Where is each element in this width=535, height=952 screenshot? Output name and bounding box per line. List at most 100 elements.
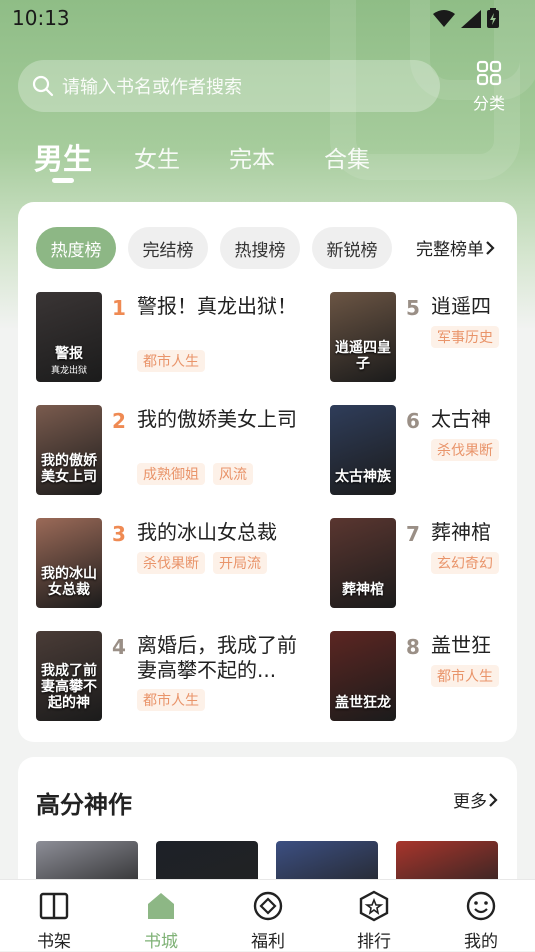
rank-item[interactable]: 葬神棺 7 葬神棺 玄幻奇幻 (330, 518, 517, 610)
book-title[interactable]: 离婚后，我成了前妻高攀不起的... (137, 633, 307, 683)
ranking-list: 警报 真龙出狱 1 警报！真龙出狱！ 都市人生 我的傲娇美女上司 2 我的傲娇美女上司 成熟御姐… (18, 202, 517, 742)
signal-icon (461, 10, 481, 28)
nav-smile[interactable]: 我的 (441, 880, 521, 952)
book-cover[interactable]: 我的傲娇美女上司 (36, 405, 102, 495)
rank-number: 6 (406, 409, 420, 433)
book-tag: 成熟御姐 (137, 463, 205, 485)
book-title[interactable]: 我的冰山女总裁 (137, 520, 307, 545)
book-tag: 玄幻奇幻 (431, 552, 499, 574)
search-icon (32, 75, 54, 97)
book-cover[interactable]: 葬神棺 (330, 518, 396, 608)
wifi-icon (433, 10, 455, 27)
book-title[interactable]: 我的傲娇美女上司 (137, 407, 307, 457)
tag-list: 杀伐果断 (431, 439, 499, 461)
battery-icon (487, 8, 499, 28)
rank-number: 2 (112, 409, 126, 433)
nav-label: 书架 (37, 932, 71, 952)
rank-number: 4 (112, 635, 126, 659)
nav-label: 福利 (251, 932, 285, 952)
home-icon (145, 890, 177, 922)
tab-male[interactable]: 男生 (34, 136, 92, 178)
rank-number: 8 (406, 635, 420, 659)
rank-icon (358, 890, 390, 922)
book-tag: 开局流 (213, 552, 267, 574)
cover-subtext: 真龙出狱 (50, 366, 87, 376)
book-tag: 都市人生 (137, 689, 205, 711)
tag-list: 玄幻奇幻 (431, 552, 499, 574)
tag-list: 杀伐果断 开局流 (137, 552, 267, 574)
rank-item[interactable]: 我的冰山女总裁 3 我的冰山女总裁 杀伐果断 开局流 (36, 518, 326, 610)
tab-completed[interactable]: 完本 (229, 140, 275, 174)
search-input[interactable]: 请输入书名或作者搜索 (18, 60, 440, 112)
rank-number: 7 (406, 522, 420, 546)
tag-list: 成熟御姐 风流 (137, 463, 253, 485)
rank-item[interactable]: 逍遥四皇子 5 逍遥四军事历史 (330, 292, 517, 384)
search-placeholder: 请输入书名或作者搜索 (62, 77, 242, 98)
book-cover[interactable]: 警报 真龙出狱 (36, 292, 102, 382)
grid-icon (476, 60, 502, 86)
tag-list: 都市人生 (431, 665, 499, 687)
cover-text: 警报 (55, 346, 83, 362)
nav-home[interactable]: 书城 (121, 880, 201, 952)
rank-item[interactable]: 盖世狂龙 8 盖世狂都市人生 (330, 631, 517, 723)
book-cover[interactable]: 盖世狂龙 (330, 631, 396, 721)
channel-tabs: 男生 女生 完本 合集 (0, 130, 535, 190)
rank-number: 1 (112, 296, 126, 320)
system-icons (433, 8, 499, 28)
book-title[interactable]: 逍遥四 (431, 294, 511, 319)
gift-icon (252, 890, 284, 922)
nav-label: 排行 (357, 932, 391, 952)
tag-list: 都市人生 (137, 689, 205, 711)
status-time: 10:13 (12, 6, 70, 30)
book-tag: 都市人生 (137, 350, 205, 372)
tab-collection[interactable]: 合集 (324, 140, 370, 174)
tab-female[interactable]: 女生 (134, 140, 180, 174)
book-tag: 风流 (213, 463, 253, 485)
rank-number: 5 (406, 296, 420, 320)
book-icon (38, 890, 70, 922)
nav-book[interactable]: 书架 (14, 880, 94, 952)
category-button[interactable]: 分类 (466, 60, 512, 114)
book-title[interactable]: 葬神棺 (431, 520, 511, 545)
tab-indicator (52, 178, 74, 183)
nav-rank[interactable]: 排行 (334, 880, 414, 952)
book-cover[interactable]: 逍遥四皇子 (330, 292, 396, 382)
book-title[interactable]: 盖世狂 (431, 633, 511, 658)
cover-text: 我的冰山女总裁 (41, 566, 97, 598)
book-cover[interactable]: 太古神族 (330, 405, 396, 495)
book-title[interactable]: 警报！真龙出狱！ (137, 294, 307, 344)
book-tag: 军事历史 (431, 326, 499, 348)
more-link[interactable]: 更多 (453, 787, 499, 812)
book-cover[interactable]: 我的冰山女总裁 (36, 518, 102, 608)
rank-item[interactable]: 太古神族 6 太古神杀伐果断 (330, 405, 517, 497)
book-tag: 杀伐果断 (137, 552, 205, 574)
rank-item[interactable]: 我的傲娇美女上司 2 我的傲娇美女上司 成熟御姐 风流 (36, 405, 326, 497)
cover-text: 逍遥四皇子 (335, 340, 391, 372)
rank-item[interactable]: 我成了前妻高攀不起的神 4 离婚后，我成了前妻高攀不起的... 都市人生 (36, 631, 326, 723)
nav-label: 书城 (144, 932, 178, 952)
chevron-right-icon (489, 792, 498, 807)
tag-list: 军事历史 (431, 326, 499, 348)
ranking-card: 热度榜 完结榜 热搜榜 新锐榜 完整榜单 警报 真龙出狱 1 警报！真龙出狱！ 都市人生… (18, 202, 517, 742)
book-cover[interactable]: 我成了前妻高攀不起的神 (36, 631, 102, 721)
cover-text: 我的傲娇美女上司 (41, 453, 97, 485)
tag-list: 都市人生 (137, 350, 205, 372)
cover-text: 太古神族 (335, 469, 391, 485)
category-label: 分类 (472, 94, 505, 113)
book-tag: 杀伐果断 (431, 439, 499, 461)
rank-item[interactable]: 警报真龙出狱 1 警报！真龙出狱！ 都市人生 (36, 292, 326, 384)
smile-icon (465, 890, 497, 922)
book-title[interactable]: 太古神 (431, 407, 511, 432)
nav-gift[interactable]: 福利 (228, 880, 308, 952)
cover-text: 葬神棺 (342, 582, 384, 598)
status-bar: 10:13 (0, 0, 535, 36)
book-tag: 都市人生 (431, 665, 499, 687)
section-title: 高分神作 (36, 791, 132, 819)
cover-text: 盖世狂龙 (335, 695, 391, 711)
high-score-section: 高分神作 更多 (18, 757, 517, 897)
more-label: 更多 (453, 792, 487, 812)
nav-label: 我的 (464, 932, 498, 952)
bottom-navigation: 书架 书城 福利 排行 我的 (0, 879, 535, 952)
rank-number: 3 (112, 522, 126, 546)
cover-text: 我成了前妻高攀不起的神 (41, 663, 97, 711)
